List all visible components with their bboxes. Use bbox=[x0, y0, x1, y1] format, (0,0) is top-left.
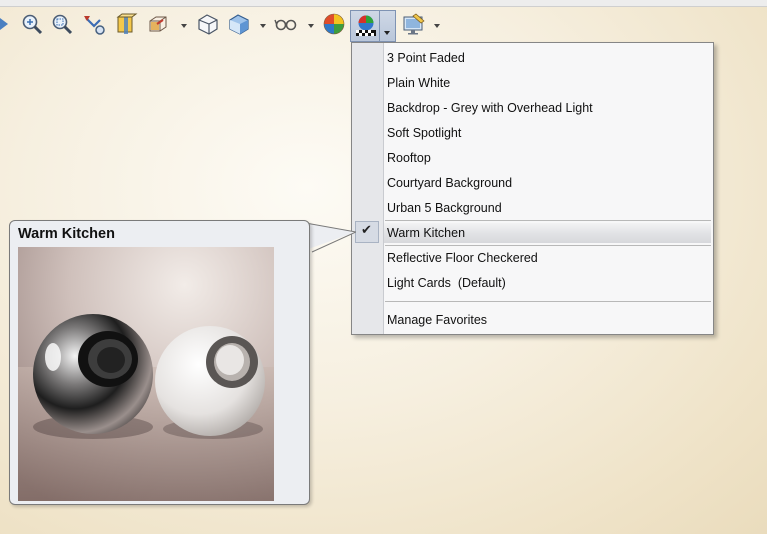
hide-show-items-icon[interactable] bbox=[274, 12, 298, 36]
scene-dropdown-menu: 3 Point Faded Plain White Backdrop - Gre… bbox=[351, 42, 714, 335]
menu-item-3-point-faded[interactable]: 3 Point Faded bbox=[387, 51, 465, 65]
display-style-icon[interactable] bbox=[196, 12, 220, 36]
checkmark-icon: ✔ bbox=[361, 223, 372, 238]
scene-preview-tooltip: Warm Kitchen bbox=[9, 220, 310, 505]
menu-item-plain-white[interactable]: Plain White bbox=[387, 76, 450, 90]
edit-appearance-icon[interactable] bbox=[322, 12, 346, 36]
window-top-border bbox=[0, 0, 767, 7]
shaded-box-icon[interactable] bbox=[227, 12, 251, 36]
previous-view-icon[interactable] bbox=[82, 12, 106, 36]
menu-separator bbox=[385, 301, 711, 302]
menu-separator bbox=[385, 220, 711, 221]
tooltip-title: Warm Kitchen bbox=[18, 226, 115, 242]
menu-item-light-cards-default[interactable]: Light Cards (Default) bbox=[387, 276, 506, 290]
menu-item-manage-favorites[interactable]: Manage Favorites bbox=[387, 313, 487, 327]
heads-up-view-toolbar bbox=[0, 8, 767, 42]
menu-item-soft-spotlight[interactable]: Soft Spotlight bbox=[387, 126, 461, 140]
scene-preview-image bbox=[18, 247, 274, 501]
menu-item-backdrop-grey[interactable]: Backdrop - Grey with Overhead Light bbox=[387, 101, 593, 115]
view-settings-icon[interactable] bbox=[402, 12, 426, 36]
menu-item-urban-5-background[interactable]: Urban 5 Background bbox=[387, 201, 502, 215]
menu-gutter bbox=[352, 43, 384, 334]
menu-item-rooftop[interactable]: Rooftop bbox=[387, 151, 431, 165]
view-triangle-icon[interactable] bbox=[0, 12, 10, 36]
menu-item-warm-kitchen[interactable]: Warm Kitchen bbox=[387, 226, 465, 240]
section-view-icon[interactable] bbox=[114, 12, 138, 36]
chevron-down-icon[interactable] bbox=[181, 24, 187, 28]
menu-item-check: ✔ bbox=[355, 221, 379, 243]
chevron-down-icon[interactable] bbox=[434, 24, 440, 28]
zoom-to-fit-icon[interactable] bbox=[20, 12, 44, 36]
menu-item-reflective-floor-checkered[interactable]: Reflective Floor Checkered bbox=[387, 251, 538, 265]
apply-scene-icon bbox=[354, 14, 378, 38]
chevron-down-icon[interactable] bbox=[384, 24, 390, 38]
chevron-down-icon[interactable] bbox=[308, 24, 314, 28]
menu-separator bbox=[385, 245, 711, 246]
apply-scene-button[interactable] bbox=[350, 10, 396, 42]
menu-item-courtyard-background[interactable]: Courtyard Background bbox=[387, 176, 512, 190]
view-orientation-icon[interactable] bbox=[146, 12, 170, 36]
zoom-to-area-icon[interactable] bbox=[50, 12, 74, 36]
chevron-down-icon[interactable] bbox=[260, 24, 266, 28]
